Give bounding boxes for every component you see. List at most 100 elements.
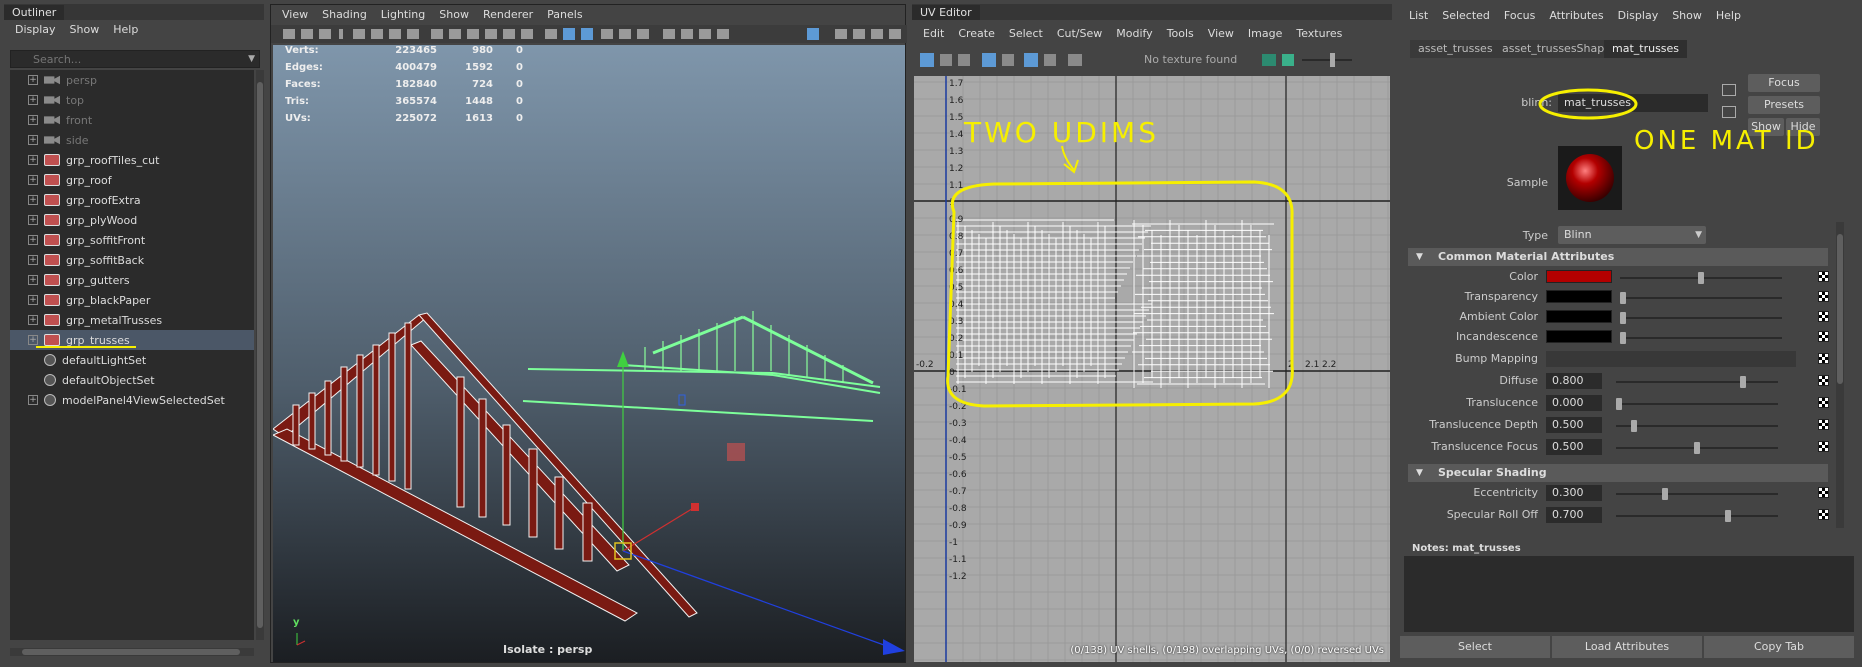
map-button-icon[interactable]	[1818, 487, 1829, 498]
menu-item[interactable]: Selected	[1435, 9, 1497, 22]
menu-item[interactable]: Focus	[1497, 9, 1542, 22]
attr-value-field[interactable]: 0.500	[1546, 417, 1602, 433]
slider-knob[interactable]	[1662, 488, 1668, 500]
menu-item[interactable]: Create	[951, 27, 1002, 40]
attr-slider[interactable]	[1616, 425, 1778, 427]
outliner-tab[interactable]: Outliner	[4, 4, 65, 20]
attr-value-field[interactable]: 0.000	[1546, 395, 1602, 411]
notes-textarea[interactable]	[1404, 556, 1854, 632]
expand-icon[interactable]: +	[28, 95, 38, 105]
outliner-item[interactable]: + modelPanel4ViewSelectedSet	[10, 390, 254, 410]
outliner-item[interactable]: + side	[10, 130, 254, 150]
outliner-vertical-scrollbar[interactable]	[256, 70, 264, 640]
map-button-icon[interactable]	[1818, 291, 1829, 302]
menu-item[interactable]: Edit	[916, 27, 951, 40]
menu-item[interactable]: View	[275, 8, 315, 21]
expand-icon[interactable]: +	[28, 275, 38, 285]
ae-bottom-button[interactable]: Select	[1400, 636, 1550, 658]
outliner-item[interactable]: + grp_metalTrusses	[10, 310, 254, 330]
map-button-icon[interactable]	[1818, 419, 1829, 430]
expand-icon[interactable]: +	[28, 255, 38, 265]
expand-icon[interactable]: +	[28, 155, 38, 165]
outliner-item[interactable]: defaultLightSet	[10, 350, 254, 370]
slider-knob[interactable]	[1725, 510, 1731, 522]
presets-button[interactable]: Presets	[1748, 96, 1820, 114]
menu-item[interactable]: Renderer	[476, 8, 540, 21]
outliner-item[interactable]: + grp_gutters	[10, 270, 254, 290]
menu-item[interactable]: Shading	[315, 8, 374, 21]
uv-grid-canvas[interactable]: 1.71.61.51.41.31.21.110.90.80.70.60.50.4…	[914, 76, 1390, 662]
menu-item[interactable]: List	[1402, 9, 1435, 22]
ae-vertical-scrollbar[interactable]	[1836, 222, 1844, 528]
outliner-item[interactable]: + top	[10, 90, 254, 110]
collapse-triangle-icon[interactable]: ▼	[1416, 248, 1423, 266]
viewport-toolbar-icons[interactable]	[271, 25, 907, 43]
uv-editor-tab[interactable]: UV Editor	[912, 4, 980, 20]
menu-item[interactable]: Attributes	[1542, 9, 1610, 22]
color-swatch[interactable]	[1546, 290, 1612, 303]
viewport-scene[interactable]: Verts: 223465 980 0 Edges: 400479 1592 0 Faces: 1…	[273, 45, 905, 662]
attr-slider[interactable]	[1620, 337, 1782, 339]
slider-knob[interactable]	[1620, 292, 1626, 304]
expand-icon[interactable]: +	[28, 335, 38, 345]
go-to-output-icon[interactable]	[1722, 106, 1736, 118]
chevron-down-icon[interactable]: ▼	[1695, 226, 1702, 244]
map-button-icon[interactable]	[1818, 271, 1829, 282]
expand-icon[interactable]: +	[28, 315, 38, 325]
outliner-item[interactable]: + grp_soffitFront	[10, 230, 254, 250]
attr-value-field[interactable]: 0.700	[1546, 507, 1602, 523]
menu-item[interactable]: Select	[1002, 27, 1050, 40]
attr-slider[interactable]	[1616, 381, 1778, 383]
attr-slider[interactable]	[1616, 403, 1778, 405]
attr-value-field[interactable]: 0.300	[1546, 485, 1602, 501]
map-button-icon[interactable]	[1818, 509, 1829, 520]
section-specular-shading[interactable]: ▼ Specular Shading	[1408, 464, 1828, 482]
chevron-down-icon[interactable]: ▼	[248, 54, 255, 64]
slider-knob[interactable]	[1620, 312, 1626, 324]
attr-slider[interactable]	[1616, 515, 1778, 517]
outliner-item[interactable]: + grp_roofExtra	[10, 190, 254, 210]
type-dropdown[interactable]: Blinn ▼	[1558, 226, 1706, 244]
outliner-item[interactable]: + persp	[10, 70, 254, 90]
menu-item[interactable]: Help	[1709, 9, 1748, 22]
ae-bottom-button[interactable]: Copy Tab	[1704, 636, 1854, 658]
menu-item[interactable]: Cut/Sew	[1050, 27, 1109, 40]
ae-tab[interactable]: mat_trusses	[1604, 40, 1688, 58]
expand-icon[interactable]: +	[28, 135, 38, 145]
attr-slider[interactable]	[1620, 297, 1782, 299]
slider-knob[interactable]	[1620, 332, 1626, 344]
map-button-icon[interactable]	[1818, 397, 1829, 408]
map-button-icon[interactable]	[1818, 353, 1829, 364]
collapse-triangle-icon[interactable]: ▼	[1416, 464, 1423, 482]
ae-bottom-button[interactable]: Load Attributes	[1552, 636, 1702, 658]
outliner-item[interactable]: + front	[10, 110, 254, 130]
expand-icon[interactable]: +	[28, 195, 38, 205]
attr-value-field[interactable]: 0.800	[1546, 373, 1602, 389]
attr-value-field[interactable]: 0.500	[1546, 439, 1602, 455]
focus-button[interactable]: Focus	[1748, 74, 1820, 92]
color-swatch[interactable]	[1546, 310, 1612, 323]
outliner-item[interactable]: + grp_roofTiles_cut	[10, 150, 254, 170]
menu-item[interactable]: Show	[1665, 9, 1709, 22]
color-swatch[interactable]	[1546, 330, 1612, 343]
expand-icon[interactable]: +	[28, 75, 38, 85]
outliner-item[interactable]: + grp_plyWood	[10, 210, 254, 230]
expand-icon[interactable]: +	[28, 115, 38, 125]
expand-icon[interactable]: +	[28, 175, 38, 185]
slider-knob[interactable]	[1616, 398, 1622, 410]
ae-tab[interactable]: asset_trusses	[1410, 40, 1501, 58]
color-swatch[interactable]	[1546, 270, 1612, 283]
outliner-item[interactable]: + grp_soffitBack	[10, 250, 254, 270]
map-button-icon[interactable]	[1818, 375, 1829, 386]
menu-item[interactable]: Display	[1611, 9, 1666, 22]
slider-knob[interactable]	[1740, 376, 1746, 388]
menu-item[interactable]: Show	[63, 23, 107, 36]
expand-icon[interactable]: +	[28, 395, 38, 405]
outliner-horizontal-scrollbar[interactable]	[10, 648, 254, 656]
menu-item[interactable]: Image	[1241, 27, 1289, 40]
map-button-icon[interactable]	[1818, 311, 1829, 322]
expand-icon[interactable]: +	[28, 295, 38, 305]
menu-item[interactable]: Lighting	[374, 8, 432, 21]
expand-icon[interactable]: +	[28, 215, 38, 225]
map-button-icon[interactable]	[1818, 441, 1829, 452]
